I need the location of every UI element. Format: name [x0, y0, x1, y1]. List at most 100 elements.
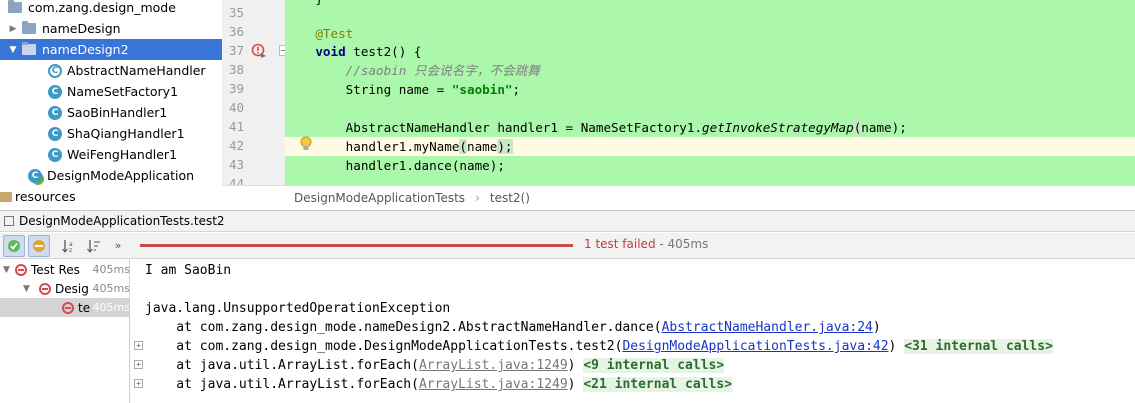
- source-link[interactable]: ArrayList.java:1249: [419, 377, 568, 392]
- result-label: Desig: [55, 281, 89, 296]
- frame-suffix: ): [888, 339, 905, 354]
- tree-item-label: ShaQiangHandler1: [67, 126, 185, 141]
- handler-declaration: AbstractNameHandler handler1 = NameSetFa…: [345, 120, 703, 135]
- sort-alphabetically-button[interactable]: az: [58, 235, 80, 257]
- more-actions-button[interactable]: »: [111, 235, 125, 257]
- status-time: - 405ms: [655, 237, 709, 251]
- paren-close: );: [489, 158, 505, 173]
- expand-icon[interactable]: +: [134, 379, 143, 388]
- source-link[interactable]: AbstractNameHandler.java:24: [662, 320, 873, 335]
- internal-calls[interactable]: <21 internal calls>: [583, 377, 733, 392]
- chevron-right-icon[interactable]: ▶: [8, 24, 18, 34]
- package-icon: [8, 0, 22, 13]
- run-test-failed-icon[interactable]: [251, 43, 267, 59]
- test-failed-icon: [39, 282, 51, 295]
- paren-close: );: [497, 139, 513, 154]
- tree-item-label: nameDesign: [42, 21, 121, 36]
- frame-text: at com.zang.design_mode.nameDesign2.Abst…: [145, 320, 662, 335]
- tree-item-abstractnamehandler[interactable]: C AbstractNameHandler: [0, 60, 222, 81]
- result-row-class[interactable]: ▼ Desig 405ms: [0, 279, 130, 298]
- chevron-down-icon[interactable]: ▼: [8, 45, 18, 55]
- internal-calls[interactable]: <9 internal calls>: [583, 358, 725, 373]
- test-toolbar: az » 1 test failed - 405ms: [0, 233, 1135, 259]
- tree-item-saobinhandler1[interactable]: C SaoBinHandler1: [0, 102, 222, 123]
- breadcrumb-method[interactable]: test2(): [490, 191, 530, 205]
- code-editor[interactable]: } @Test void test2() { //saobin 只会说名字，不会…: [285, 0, 1135, 185]
- run-window-header: DesignModeApplicationTests.test2: [0, 210, 1135, 232]
- source-link[interactable]: ArrayList.java:1249: [419, 358, 568, 373]
- source-link[interactable]: DesignModeApplicationTests.java:42: [622, 339, 888, 354]
- expand-icon[interactable]: +: [134, 360, 143, 369]
- code-line-39: String name = "saobin";: [285, 80, 1135, 99]
- tree-item-resources[interactable]: resources: [0, 186, 222, 207]
- paren-close: );: [891, 120, 907, 135]
- tree-item-label: NameSetFactory1: [67, 84, 179, 99]
- tree-item-label: WeiFengHandler1: [67, 147, 178, 162]
- line-number: 40: [228, 100, 244, 115]
- tree-item-designmodeapplication[interactable]: C DesignModeApplication: [0, 165, 222, 186]
- run-config-icon: [4, 216, 14, 226]
- project-tree: com.zang.design_mode ▶ nameDesign ▼ name…: [0, 0, 222, 207]
- resources-folder-icon: [0, 191, 12, 202]
- class-icon: C: [48, 147, 62, 162]
- status-text: 1 test failed: [584, 237, 656, 251]
- frame-text: at com.zang.design_mode.DesignModeApplic…: [145, 339, 623, 354]
- console-output-line: I am SaoBin: [145, 263, 232, 278]
- result-time: 405ms: [92, 301, 130, 314]
- breadcrumb-class[interactable]: DesignModeApplicationTests: [294, 191, 465, 205]
- semicolon: ;: [512, 82, 521, 97]
- chevron-down-icon[interactable]: ▼: [23, 284, 39, 294]
- tree-item-namedesign2[interactable]: ▼ nameDesign2: [0, 39, 222, 60]
- tree-item-weifenghandler1[interactable]: C WeiFengHandler1: [0, 144, 222, 165]
- stack-frame: at java.util.ArrayList.forEach(ArrayList…: [145, 375, 733, 394]
- code-line-41: AbstractNameHandler handler1 = NameSetFa…: [285, 118, 1135, 137]
- spring-boot-class-icon: C: [28, 168, 42, 183]
- class-icon: C: [48, 105, 62, 120]
- sort-by-duration-button[interactable]: [83, 235, 105, 257]
- class-icon: C: [48, 126, 62, 141]
- check-circle-icon: [8, 239, 20, 252]
- argument: name: [459, 158, 490, 173]
- tree-item-namesetfactory1[interactable]: C NameSetFactory1: [0, 81, 222, 102]
- sort-az-icon: az: [62, 239, 73, 254]
- test-failed-icon: [15, 263, 27, 276]
- frame-suffix: ): [567, 377, 584, 392]
- chevron-down-icon[interactable]: ▼: [3, 265, 15, 275]
- argument: name: [467, 139, 498, 154]
- line-number: 42: [228, 138, 244, 153]
- line-number: 38: [228, 62, 244, 77]
- line-number: 37: [228, 43, 244, 58]
- tree-item-label: DesignModeApplication: [47, 168, 195, 183]
- result-time: 405ms: [92, 263, 130, 276]
- method-signature: test2() {: [345, 44, 422, 59]
- lightbulb-icon[interactable]: [299, 136, 313, 154]
- tree-item-label: nameDesign2: [42, 42, 129, 57]
- paren: (: [459, 139, 467, 154]
- tree-item-namedesign[interactable]: ▶ nameDesign: [0, 18, 222, 39]
- line-number: 43: [228, 157, 244, 172]
- show-ignored-button[interactable]: [28, 234, 50, 257]
- package-icon: [22, 21, 36, 34]
- code-line-34: }: [285, 0, 1135, 8]
- tree-item-shaqianghandler1[interactable]: C ShaQiangHandler1: [0, 123, 222, 144]
- frame-suffix: ): [567, 358, 584, 373]
- tree-item-label: resources: [15, 189, 76, 204]
- console-output[interactable]: I am SaoBin java.lang.UnsupportedOperati…: [131, 259, 1135, 403]
- code-line-36: @Test: [285, 24, 1135, 43]
- result-time: 405ms: [92, 282, 130, 295]
- tree-package[interactable]: com.zang.design_mode: [0, 0, 222, 18]
- result-row-test[interactable]: te 405ms: [0, 298, 130, 317]
- result-label: Test Res: [31, 262, 80, 277]
- editor-gutter: 35 36 37 38 39 40 41 42 43 44: [222, 0, 288, 191]
- result-label: te: [78, 300, 91, 315]
- internal-calls[interactable]: <31 internal calls>: [904, 339, 1053, 354]
- expand-icon[interactable]: +: [134, 341, 143, 350]
- show-passed-button[interactable]: [3, 234, 25, 257]
- svg-text:z: z: [69, 247, 72, 254]
- run-window-title[interactable]: DesignModeApplicationTests.test2: [19, 214, 225, 228]
- stack-frame: at com.zang.design_mode.nameDesign2.Abst…: [145, 318, 880, 337]
- annotation: @Test: [315, 26, 354, 41]
- test-progress-bar: [140, 244, 573, 247]
- result-row-root[interactable]: ▼ Test Res 405ms: [0, 260, 130, 279]
- package-icon: [22, 42, 36, 55]
